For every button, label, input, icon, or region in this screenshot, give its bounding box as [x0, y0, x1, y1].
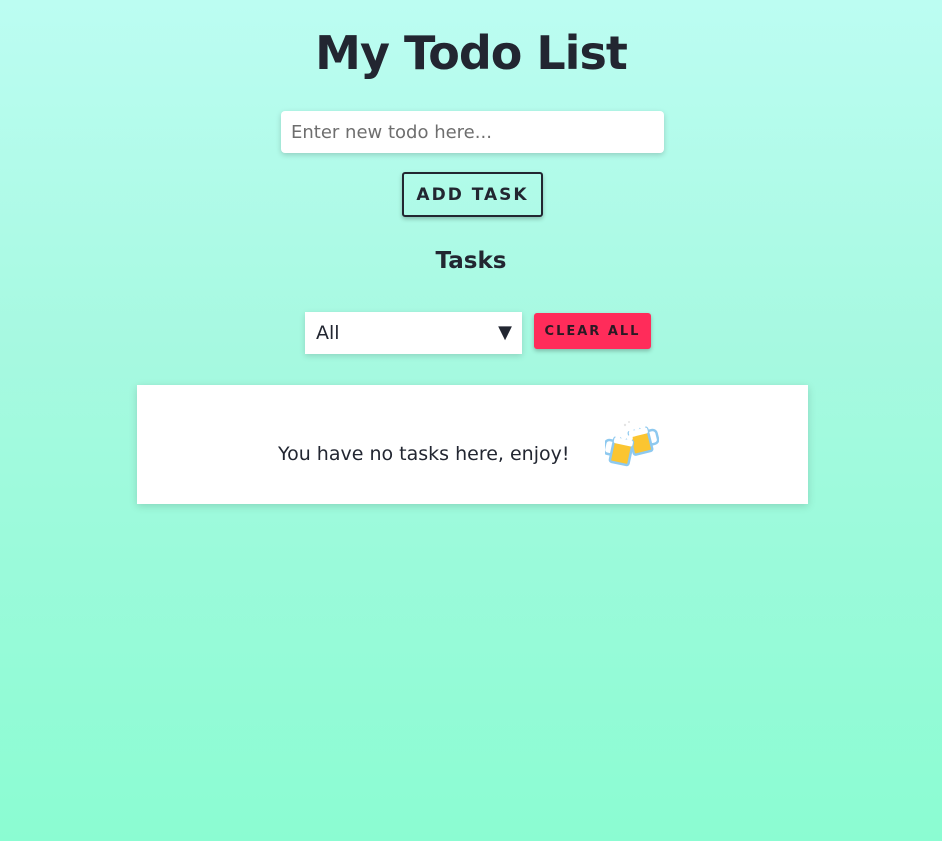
tasks-heading: Tasks	[435, 248, 507, 274]
task-list-panel: You have no tasks here, enjoy!	[137, 385, 808, 504]
clear-all-button[interactable]: CLEAR ALL	[534, 313, 651, 349]
filter-select[interactable]: All ▼	[305, 312, 522, 354]
new-todo-input[interactable]	[281, 111, 664, 153]
dropdown-arrow-icon: ▼	[498, 322, 512, 343]
empty-state-message: You have no tasks here, enjoy!	[278, 443, 570, 465]
filter-selected-value: All	[316, 322, 340, 344]
add-task-button[interactable]: ADD TASK	[402, 172, 543, 217]
clinking-beer-mugs-icon	[605, 421, 659, 467]
page-title: My Todo List	[315, 26, 628, 80]
